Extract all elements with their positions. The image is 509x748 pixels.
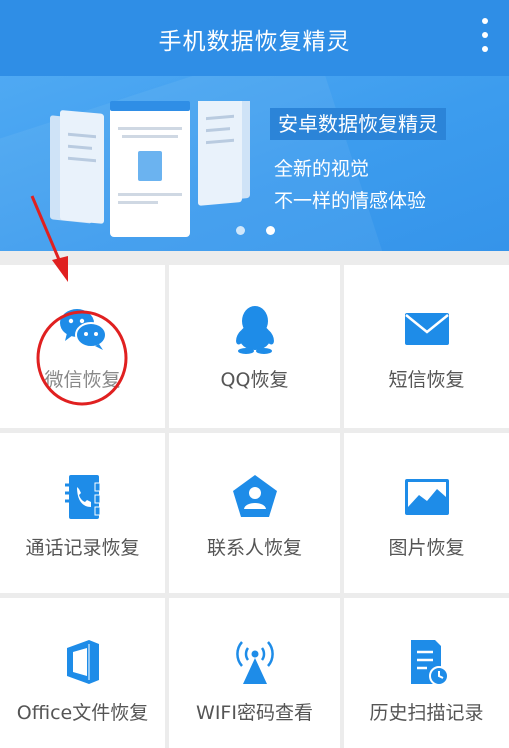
contacts-recovery-tile[interactable]: 联系人恢复 <box>169 433 340 593</box>
history-doc-icon <box>410 640 449 686</box>
promo-banner[interactable]: 安卓数据恢复精灵 全新的视觉 不一样的情感体验 <box>0 76 509 251</box>
picture-icon <box>404 479 449 515</box>
qq-recovery-tile[interactable]: QQ恢复 <box>169 265 340 428</box>
wechat-recovery-tile[interactable]: 微信恢复 <box>0 265 165 428</box>
pager-dot[interactable] <box>236 226 245 235</box>
pager-dot-active[interactable] <box>266 226 275 235</box>
qq-penguin-icon <box>235 306 274 354</box>
tile-label: 短信恢复 <box>388 369 465 391</box>
tile-label: 联系人恢复 <box>206 537 302 559</box>
tile-label: 历史扫描记录 <box>369 702 484 724</box>
call-log-recovery-tile[interactable]: 通话记录恢复 <box>0 433 165 593</box>
scan-history-tile[interactable]: 历史扫描记录 <box>344 598 509 748</box>
office-recovery-tile[interactable]: Office文件恢复 <box>0 598 165 748</box>
phones-illustration <box>50 101 250 237</box>
contact-icon <box>232 475 277 517</box>
photo-recovery-tile[interactable]: 图片恢复 <box>344 433 509 593</box>
tile-label: WIFI密码查看 <box>196 702 313 724</box>
call-log-icon <box>64 475 100 519</box>
feature-grid: 微信恢复 QQ恢复 短信恢复 通话记录恢复 联系人恢复 图片恢复 Office文… <box>0 265 509 748</box>
tile-label: 图片恢复 <box>388 537 465 559</box>
more-vert-icon[interactable] <box>475 18 495 58</box>
banner-pager-dots[interactable] <box>236 226 286 236</box>
sms-recovery-tile[interactable]: 短信恢复 <box>344 265 509 428</box>
tile-label: QQ恢复 <box>220 369 289 391</box>
tile-label: 微信恢复 <box>44 369 121 391</box>
banner-line-1: 全新的视觉 <box>274 158 370 180</box>
wifi-password-tile[interactable]: WIFI密码查看 <box>169 598 340 748</box>
banner-line-2: 不一样的情感体验 <box>274 190 427 212</box>
wifi-tower-icon <box>235 641 274 684</box>
office-icon <box>66 640 99 684</box>
tile-label: 通话记录恢复 <box>25 537 140 559</box>
envelope-icon <box>404 313 449 345</box>
tile-label: Office文件恢复 <box>16 702 149 724</box>
app-title: 手机数据恢复精灵 <box>158 29 351 55</box>
app-bar: 手机数据恢复精灵 <box>0 0 509 76</box>
wechat-icon <box>59 309 107 350</box>
banner-headline: 安卓数据恢复精灵 <box>270 108 446 140</box>
